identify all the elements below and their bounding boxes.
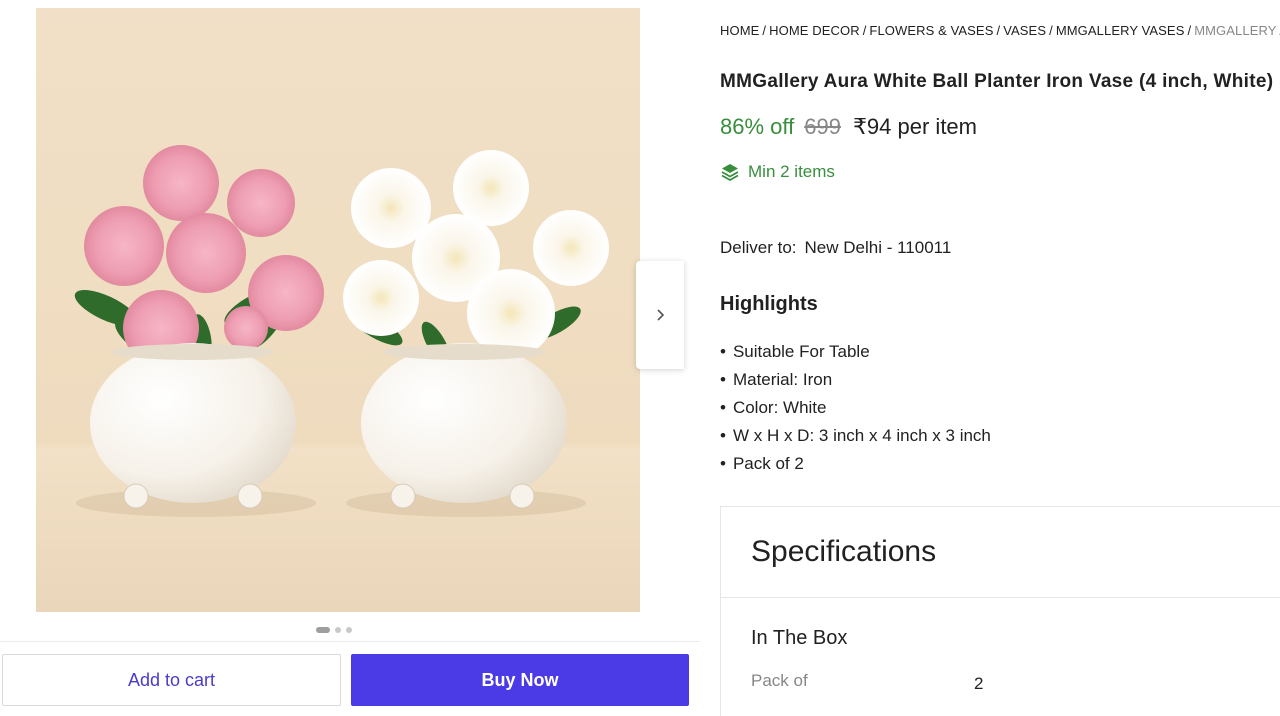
carousel-dots [316, 627, 352, 633]
deliver-label: Deliver to: [720, 238, 797, 257]
specifications-title: Specifications [751, 535, 937, 568]
breadcrumb: HOME / HOME DECOR / FLOWERS & VASES / VASES / MM… [720, 23, 1280, 38]
spec-value: 2 [974, 674, 984, 693]
divider [721, 597, 1280, 598]
highlight-item: Material: Iron [720, 366, 991, 394]
chevron-right-icon [657, 309, 665, 321]
original-price: 699 [804, 114, 841, 139]
product-page: Add to cart Buy Now HOME / HOME DECOR / FLOW… [0, 0, 1280, 716]
breadcrumb-item[interactable]: HOME [720, 23, 759, 38]
breadcrumb-current: MMGALLERY AURA [1194, 23, 1280, 38]
highlight-item: Color: White [720, 394, 991, 422]
product-image[interactable] [36, 8, 640, 612]
next-image-button[interactable] [636, 261, 684, 369]
discount-percent: 86% off [720, 114, 795, 139]
product-details: HOME / HOME DECOR / FLOWERS & VASES / VASES / MM… [720, 0, 1280, 716]
product-photo [36, 8, 640, 612]
breadcrumb-item[interactable]: VASES [1003, 23, 1046, 38]
min-items-badge: Min 2 items [720, 162, 835, 182]
price-row: 86% off 699 ₹94 per item [720, 114, 977, 140]
specifications-panel: Specifications In The Box Pack of 2 [720, 506, 1280, 716]
carousel-dot[interactable] [335, 627, 341, 633]
breadcrumb-item[interactable]: MMGALLERY VASES [1056, 23, 1185, 38]
image-gallery: Add to cart Buy Now [0, 0, 700, 716]
carousel-dot[interactable] [346, 627, 352, 633]
highlights-heading: Highlights [720, 293, 818, 315]
highlight-item: Suitable For Table [720, 338, 991, 366]
stack-layers-icon [721, 164, 739, 182]
min-items-text: Min 2 items [748, 162, 835, 181]
spec-key: Pack of [751, 671, 808, 690]
action-bar: Add to cart Buy Now [0, 641, 700, 716]
buy-now-button[interactable]: Buy Now [351, 654, 689, 706]
selling-price: ₹94 per item [852, 114, 977, 139]
deliver-location-text: New Delhi - 110011 [804, 238, 952, 257]
product-title: MMGallery Aura White Ball Planter Iron V… [720, 71, 1274, 92]
breadcrumb-item[interactable]: FLOWERS & VASES [869, 23, 993, 38]
highlights-list: Suitable For Table Material: Iron Color:… [720, 338, 991, 478]
highlight-item: W x H x D: 3 inch x 4 inch x 3 inch [720, 422, 991, 450]
add-to-cart-button[interactable]: Add to cart [2, 654, 341, 706]
carousel-dot[interactable] [316, 627, 330, 633]
spec-group-title: In The Box [751, 627, 848, 649]
breadcrumb-item[interactable]: HOME DECOR [769, 23, 860, 38]
highlight-item: Pack of 2 [720, 450, 991, 478]
delivery-location[interactable]: Deliver to: New Delhi - 110011 [720, 238, 951, 258]
